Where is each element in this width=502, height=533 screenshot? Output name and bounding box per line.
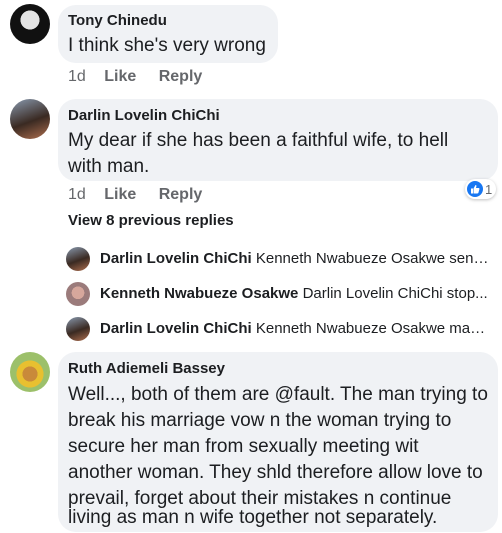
reply-snippet: Kenneth Nwabueze Osakwe sense...	[255, 250, 490, 267]
comment-time[interactable]: 1d	[68, 186, 86, 204]
avatar[interactable]	[66, 247, 90, 271]
reply-snippet: Darlin Lovelin ChiChi stop...	[302, 285, 488, 302]
reply-preview[interactable]: Kenneth Nwabueze Osakwe Darlin Lovelin C…	[66, 279, 496, 309]
reply-author[interactable]: Darlin Lovelin ChiChi	[100, 250, 252, 267]
avatar[interactable]	[66, 317, 90, 341]
reply-button[interactable]: Reply	[159, 68, 203, 86]
avatar[interactable]	[10, 99, 50, 139]
like-button[interactable]: Like	[104, 186, 136, 204]
comment-text-line: another woman. They shld therefore allow…	[68, 462, 483, 483]
reply-author[interactable]: Darlin Lovelin ChiChi	[100, 320, 252, 337]
reply-button[interactable]: Reply	[159, 186, 203, 204]
comment-author[interactable]: Darlin Lovelin ChiChi	[68, 107, 220, 124]
comment-thread: Tony Chinedu I think she's very wrong 1d…	[0, 0, 502, 533]
comment-text-line: secure her man from sexually meeting wit	[68, 436, 419, 457]
comment-text-line: break his marriage vow n the woman tryin…	[68, 410, 452, 431]
like-button[interactable]: Like	[104, 68, 136, 86]
avatar[interactable]	[10, 4, 50, 44]
comment-actions: 1d Like Reply	[68, 68, 202, 86]
thumbs-up-icon	[467, 181, 483, 197]
view-previous-replies-link[interactable]: View 8 previous replies	[68, 212, 234, 229]
comment-text-line: with man.	[68, 156, 150, 177]
comment-author[interactable]: Ruth Adiemeli Bassey	[68, 360, 225, 377]
reply-preview-text: Kenneth Nwabueze Osakwe Darlin Lovelin C…	[100, 285, 490, 302]
reply-preview[interactable]: Darlin Lovelin ChiChi Kenneth Nwabueze O…	[66, 314, 496, 344]
comment-text: I think she's very wrong	[68, 35, 266, 56]
reply-preview-text: Darlin Lovelin ChiChi Kenneth Nwabueze O…	[100, 320, 490, 337]
reaction-count: 1	[485, 181, 493, 197]
reply-author[interactable]: Kenneth Nwabueze Osakwe	[100, 285, 298, 302]
avatar[interactable]	[10, 352, 50, 392]
comment-author[interactable]: Tony Chinedu	[68, 12, 167, 29]
reaction-summary[interactable]: 1	[465, 179, 497, 199]
reply-preview[interactable]: Darlin Lovelin ChiChi Kenneth Nwabueze O…	[66, 244, 496, 274]
reply-snippet: Kenneth Nwabueze Osakwe man i...	[255, 320, 490, 337]
avatar[interactable]	[66, 282, 90, 306]
comment-text-line: living as man n wife together not separa…	[68, 507, 438, 528]
reply-preview-text: Darlin Lovelin ChiChi Kenneth Nwabueze O…	[100, 250, 490, 267]
comment-text-line: My dear if she has been a faithful wife,…	[68, 130, 449, 151]
comment-actions: 1d Like Reply	[68, 186, 202, 204]
comment-text-line: Well..., both of them are @fault. The ma…	[68, 384, 488, 405]
comment-time[interactable]: 1d	[68, 68, 86, 86]
